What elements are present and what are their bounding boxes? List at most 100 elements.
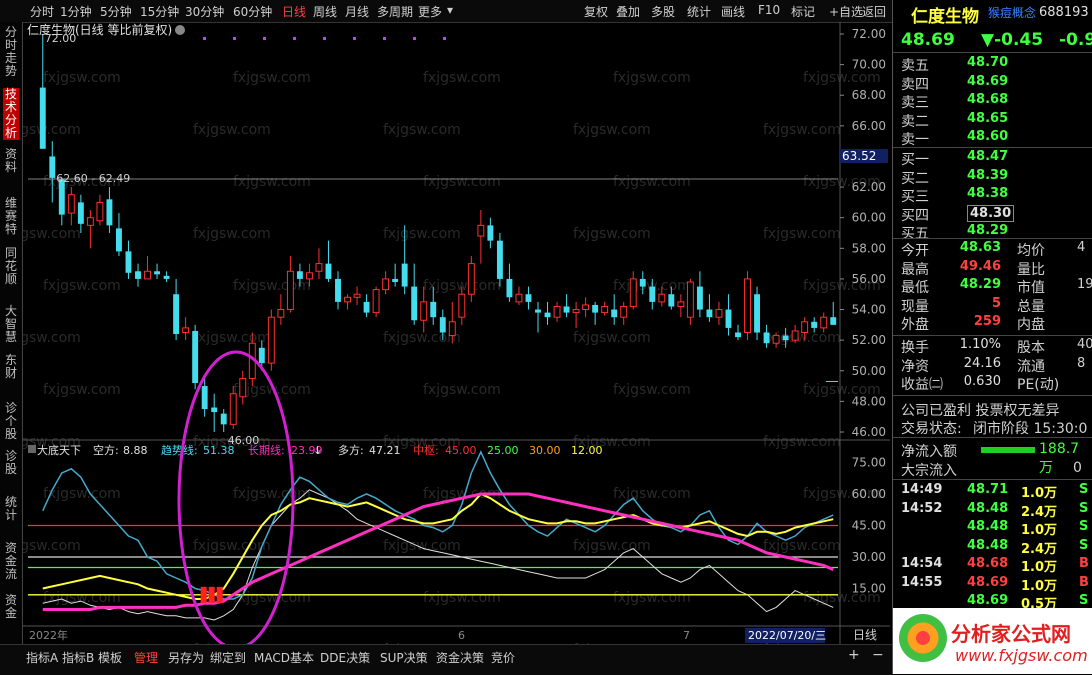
candle-body [686,281,694,318]
side-tab-11[interactable]: 资金 [3,594,19,620]
y-tick-label: 46.00 [852,425,886,439]
bottom-btn-3[interactable]: 管理 [134,649,158,666]
stat-label: 股本 [1017,340,1045,356]
side-tab-8[interactable]: 诊股 [3,450,19,476]
tab-9[interactable]: 多周期 [377,3,413,20]
watermark: fxjgsw.com [23,122,81,138]
candle-body [144,270,151,280]
tab-4[interactable]: 30分钟 [185,3,224,20]
bottom-btn-9[interactable]: 资金决策 [436,649,484,666]
bottom-btn-8[interactable]: SUP决策 [380,649,428,666]
toolbar-btn-6[interactable]: 标记 [791,3,815,20]
bottom-btn-7[interactable]: DDE决策 [320,649,370,666]
tab-2[interactable]: 5分钟 [100,3,132,20]
toolbar-btn-2[interactable]: 多股 [651,3,675,20]
tab-0[interactable]: 分时 [30,3,54,20]
tab-3[interactable]: 15分钟 [140,3,179,20]
side-tab-2[interactable]: 资料 [3,148,19,174]
bid-label: 买四 [901,207,929,224]
toolbar-btn-0[interactable]: 复权 [584,3,608,20]
chart-area[interactable]: fxjgsw.com fxjgsw.com fxjgsw.com fxjgsw.com… [3,22,890,658]
zoom-out-icon[interactable]: − [872,647,884,663]
tab-7[interactable]: 周线 [313,3,337,20]
net-inflow-value: 188.7万 [1039,441,1080,476]
bid-row[interactable]: 买四 48.30 [893,204,1092,224]
tab-6[interactable]: 日线 [282,3,306,20]
side-tab-9[interactable]: 统计 [3,496,19,522]
toolbar-btn-5[interactable]: F10 [758,3,780,17]
watermark: fxjgsw.com [43,382,121,398]
tab-8[interactable]: 月线 [345,3,369,20]
zoom-in-icon[interactable]: + [848,647,860,663]
toolbar-btn-8[interactable]: 返回 [862,3,886,20]
bottom-btn-0[interactable]: 指标A [26,649,58,666]
side-tab-4[interactable]: 同花顺 [3,247,19,286]
candle-body [315,263,323,272]
candle-body [49,156,56,178]
period-label[interactable]: 日线 [853,628,877,642]
bottom-btn-6[interactable]: MACD基本 [254,649,314,666]
ask-row[interactable]: 卖一 48.60 [893,129,1092,148]
bottom-btn-2[interactable]: 模板 [98,649,122,666]
side-tab-1[interactable]: 技术分析 [3,88,19,140]
indicator-menu-icon[interactable] [28,445,36,453]
stat-label: 今开 [901,243,929,259]
bottom-btn-4[interactable]: 另存为 [168,649,204,666]
side-tab-6[interactable]: 东财 [3,354,19,380]
toolbar-btn-4[interactable]: 画线 [721,3,745,20]
stat-label: 流通 [1017,358,1045,375]
bid-row[interactable]: 买一 48.47 [893,149,1092,168]
candle-body [754,294,760,333]
ask-row[interactable]: 卖四 48.69 [893,74,1092,93]
bottom-btn-10[interactable]: 竞价 [491,649,515,666]
side-tab-3[interactable]: 维赛特 [3,197,19,236]
candle-body [620,305,628,318]
tab-1[interactable]: 1分钟 [60,3,92,20]
side-tab-10[interactable]: 资金流 [3,542,19,581]
candle-body [496,240,503,279]
candle-body [467,263,475,295]
candle-body [286,270,294,311]
side-tab-0[interactable]: 分时走势 [3,26,19,78]
side-tab-5[interactable]: 大智慧 [3,305,19,344]
more-dropdown-icon[interactable]: ▾ [447,3,453,17]
candle-body [305,272,313,280]
tick-volume: 1.0万 [1021,560,1058,575]
toolbar-btn-1[interactable]: 叠加 [616,3,640,20]
watermark: fxjgsw.com [763,434,841,450]
bid-row[interactable]: 买二 48.39 [893,168,1092,187]
y-tick-label: 60.00 [852,211,886,225]
trade-status-label: 交易状态: [901,421,962,437]
bid-price: 48.47 [967,149,1009,164]
watermark: fxjgsw.com [193,330,271,346]
indicator-y-tick: 75.00 [852,456,886,470]
indicator-header-9: 中枢: [413,443,439,457]
y-tick-label: 56.00 [852,272,886,286]
kline-chart[interactable]: fxjgsw.com fxjgsw.com fxjgsw.com fxjgsw.com… [3,22,890,658]
bottom-btn-1[interactable]: 指标B [62,649,94,666]
ask-row[interactable]: 卖二 48.65 [893,111,1092,130]
ask-label: 卖三 [901,95,929,111]
bottom-toolbar: 指标A 指标B 模板 管理 另存为 绑定到 MACD基本 DDE决策 SUP决策 资金决策 竞价 + − [0,644,892,675]
tab-10[interactable]: 更多 [418,3,442,20]
ask-row[interactable]: 卖三 48.68 [893,92,1092,111]
toolbar-btn-7[interactable]: +自选 [829,3,863,20]
toolbar-btn-3[interactable]: 统计 [687,3,711,20]
candle-body [77,202,84,224]
candle-body [106,199,113,226]
stock-concept[interactable]: 猴痘概念 [988,4,1036,21]
stat-row: 外盘 259 内盘 [893,314,1092,333]
ask-row[interactable]: 卖五 48.70 [893,55,1092,74]
bottom-btn-5[interactable]: 绑定到 [210,649,246,666]
side-tab-7[interactable]: 诊个股 [3,402,19,441]
candle-body [544,312,551,318]
y-tick-label: 62.00 [852,180,886,194]
candle-body [572,309,580,314]
title-dropdown-icon[interactable] [175,25,185,35]
stock-code: 688193 [1039,5,1089,20]
y-tick-label: 66.00 [852,119,886,133]
watermark: fxjgsw.com [23,226,81,242]
tab-5[interactable]: 60分钟 [233,3,272,20]
bid-row[interactable]: 买三 48.38 [893,186,1092,205]
tick-price: 48.69 [967,593,1009,608]
